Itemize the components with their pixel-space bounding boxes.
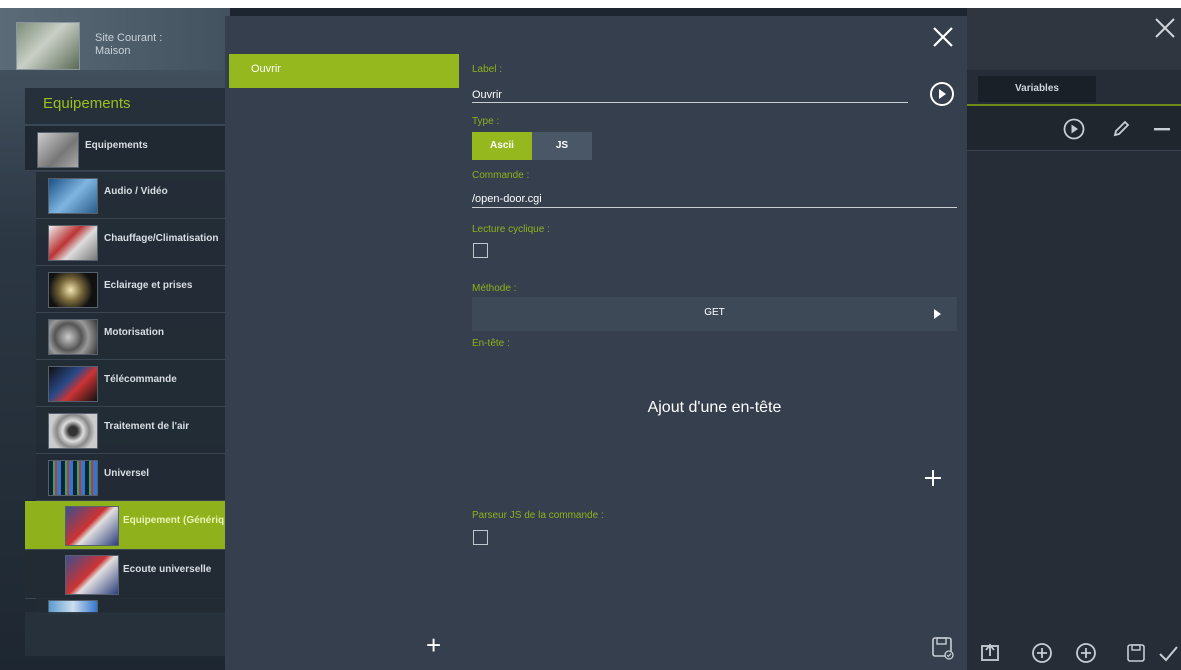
add-circle-alt-icon[interactable] — [1075, 642, 1097, 668]
site-label-line1: Site Courant : — [95, 32, 163, 44]
equipements-title: Equipements — [25, 88, 230, 124]
check-icon[interactable] — [1157, 642, 1179, 668]
add-circle-icon[interactable] — [1031, 642, 1053, 668]
category-universel[interactable]: Universel — [36, 454, 230, 501]
category-thumbnail — [48, 413, 98, 449]
category-motorisation[interactable]: Motorisation — [36, 313, 230, 360]
category-label: Motorisation — [104, 327, 164, 338]
category-label: Télécommande — [104, 374, 177, 385]
category-label: Traitement de l'air — [104, 421, 190, 432]
category-label: Audio / Vidéo — [104, 186, 168, 197]
category-label: Universel — [104, 468, 150, 479]
sidebar-footer — [25, 612, 230, 656]
commande-underline — [472, 207, 957, 208]
site-label-line2: Maison — [95, 45, 131, 57]
sub-item-label: Ecoute universelle — [123, 564, 212, 575]
pencil-icon[interactable] — [1110, 118, 1132, 144]
sub-item-label: Equipement (Génériq — [123, 515, 225, 526]
site-thumbnail — [16, 22, 80, 70]
parseur-label: Parseur JS de la commande : — [472, 510, 604, 521]
label-field-label: Label : — [472, 64, 503, 75]
sub-item-ecoute-universelle[interactable]: Ecoute universelle — [25, 550, 230, 599]
tab-variables[interactable]: Variables — [978, 76, 1096, 102]
command-list-item-ouvrir[interactable]: Ouvrir — [229, 54, 459, 88]
category-eclairage[interactable]: Eclairage et prises — [36, 266, 230, 313]
lecture-cyclique-checkbox[interactable] — [473, 243, 488, 258]
command-list: Ouvrir + — [225, 16, 463, 670]
methode-value: GET — [704, 307, 725, 318]
commande-label: Commande : — [472, 170, 530, 181]
play-icon[interactable] — [930, 82, 954, 106]
category-thumbnail — [48, 178, 98, 214]
label-field-underline — [472, 102, 908, 103]
add-header-text: Ajout d'une en-tête — [647, 399, 782, 416]
save-icon[interactable] — [1125, 642, 1147, 668]
entete-label: En-tête : — [472, 338, 510, 349]
category-thumbnail — [48, 272, 98, 308]
category-traitement-air[interactable]: Traitement de l'air — [36, 407, 230, 454]
play-icon[interactable] — [1063, 118, 1085, 144]
type-label: Type : — [472, 116, 500, 127]
site-header[interactable]: Site Courant : Maison — [0, 8, 230, 70]
category-thumbnail — [48, 319, 98, 355]
right-panel-toolbar — [967, 8, 1181, 70]
methode-label: Méthode : — [472, 283, 517, 294]
save-icon[interactable] — [931, 636, 955, 660]
parseur-checkbox[interactable] — [473, 530, 488, 545]
category-thumbnail — [48, 460, 98, 496]
close-icon[interactable] — [932, 26, 954, 52]
methode-select[interactable]: GET — [472, 297, 957, 331]
dropdown-arrow-icon — [934, 309, 941, 319]
sub-item-equipement-generique[interactable]: Equipement (Génériq — [25, 501, 230, 550]
category-audio-video[interactable]: Audio / Vidéo — [36, 172, 230, 219]
category-thumbnail — [48, 225, 98, 261]
tree-root-label: Equipements — [85, 140, 148, 151]
type-js-button[interactable]: JS — [532, 132, 592, 160]
tree-root-equipements[interactable]: Equipements — [25, 126, 230, 171]
equipements-thumbnail — [37, 132, 79, 168]
sub-item-thumbnail — [65, 506, 119, 546]
add-command-icon[interactable]: + — [426, 632, 441, 658]
type-ascii-button[interactable]: Ascii — [472, 132, 532, 160]
category-thumbnail — [48, 366, 98, 402]
command-editor-modal: Ouvrir + Label : Ouvrir Type : Ascii JS … — [225, 16, 967, 670]
category-telecommande[interactable]: Télécommande — [36, 360, 230, 407]
category-label: Eclairage et prises — [104, 280, 193, 291]
sub-item-thumbnail — [65, 555, 119, 595]
close-icon[interactable] — [1153, 16, 1177, 44]
lecture-cyclique-label: Lecture cyclique : — [472, 224, 550, 235]
category-chauffage[interactable]: Chauffage/Climatisation — [36, 219, 230, 266]
top-strip — [0, 0, 1181, 8]
category-label: Chauffage/Climatisation — [104, 233, 219, 244]
minus-icon[interactable] — [1152, 118, 1172, 144]
label-field-input[interactable]: Ouvrir — [472, 89, 502, 101]
site-label: Site Courant : Maison — [95, 32, 162, 58]
add-header-icon[interactable] — [923, 466, 943, 492]
commande-input[interactable]: /open-door.cgi — [472, 193, 542, 205]
export-icon[interactable] — [980, 642, 1000, 666]
